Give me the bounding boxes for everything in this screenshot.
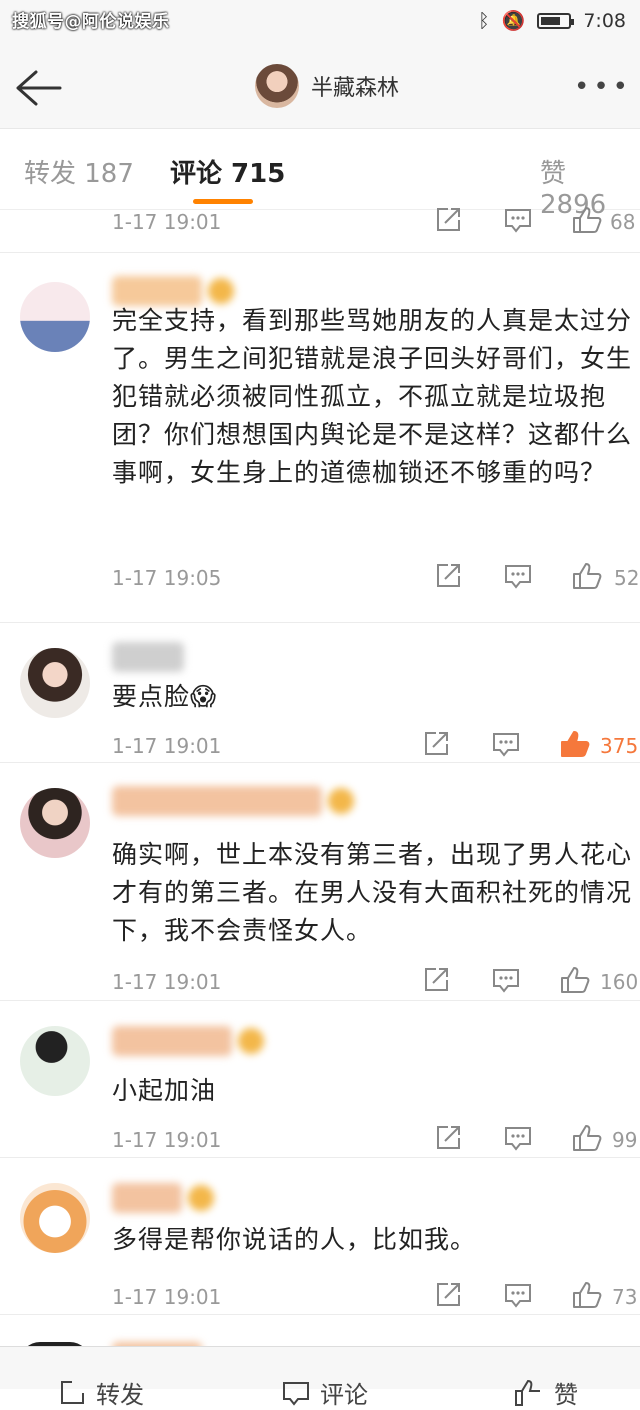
top-nav-bar: 半藏森林 ••• [0,44,640,129]
battery-level [541,16,560,25]
like-icon[interactable] [572,1124,602,1152]
share-icon[interactable] [422,966,450,994]
reply-icon[interactable] [504,1124,532,1152]
avatar[interactable] [255,64,299,108]
comment-time: 1-17 19:01 [112,970,222,994]
avatar[interactable] [20,282,90,352]
status-bar: 搜狐号@阿伦说娱乐 ᛒ 🔕 7:08 [0,0,640,44]
comment-text-content: 要点脸 [112,682,191,711]
username-blurred[interactable] [112,786,354,816]
mute-icon: 🔕 [501,10,526,32]
comment-text: 确实啊，世上本没有第三者，出现了男人花心才有的第三者。在男人没有大面积社死的情况… [112,840,633,945]
reply-icon[interactable] [504,1281,532,1309]
bottom-action-bar: 转发 评论 赞 [0,1346,640,1409]
like-count: 52 [614,566,640,590]
comment-item: 小起加油 1-17 19:01 99 [0,1000,640,1158]
like-count: 73 [612,1285,638,1309]
avatar[interactable] [20,1183,90,1253]
like-label: 赞 [554,1381,578,1409]
like-icon[interactable] [572,206,602,234]
comment-item: 要点脸😱 1-17 19:01 375 [0,622,640,763]
profile-header[interactable]: 半藏森林 [255,64,399,108]
username-blurred[interactable] [112,1026,264,1056]
like-count: 375 [600,734,639,758]
thumbs-up-icon [515,1379,540,1406]
watermark-text: 搜狐号@阿伦说娱乐 [12,12,170,32]
comment-time: 1-17 19:05 [112,566,222,590]
comment-icon [283,1381,309,1406]
comment-item: 确实啊，世上本没有第三者，出现了男人花心才有的第三者。在男人没有大面积社死的情况… [0,762,640,1001]
reply-icon[interactable] [504,206,532,234]
avatar[interactable] [20,648,90,718]
clock: 7:08 [583,9,626,32]
page-title: 半藏森林 [311,76,400,101]
repost-icon [61,1380,84,1404]
avatar[interactable] [20,788,90,858]
comment-item: 1-17 19:01 68 [0,207,640,253]
tab-comments[interactable]: 评论 715 [170,153,285,190]
like-icon-active[interactable] [560,730,590,758]
like-icon[interactable] [572,1281,602,1309]
comment-time: 1-17 19:01 [112,210,222,234]
reply-icon[interactable] [492,730,520,758]
like-count: 99 [612,1128,638,1152]
like-icon[interactable] [572,562,602,590]
comment-item: 多得是帮你说话的人，比如我。 1-17 19:01 73 [0,1157,640,1315]
like-count: 160 [600,970,639,994]
share-icon[interactable] [434,206,462,234]
username-blurred[interactable] [112,642,184,672]
like-count: 68 [610,210,636,234]
avatar[interactable] [20,1026,90,1096]
comment-button[interactable]: 评论 [282,1375,368,1410]
comment-time: 1-17 19:01 [112,734,222,758]
repost-button[interactable]: 转发 [58,1375,144,1410]
bluetooth-icon: ᛒ [478,9,490,32]
arrow-left-icon [16,70,62,106]
share-icon[interactable] [434,1124,462,1152]
repost-label: 转发 [96,1381,144,1409]
reply-icon[interactable] [492,966,520,994]
like-button[interactable]: 赞 [514,1375,578,1410]
tab-repost[interactable]: 转发 187 [24,153,134,190]
comment-text: 多得是帮你说话的人，比如我。 [112,1225,477,1254]
scream-emoji-icon: 😱 [190,682,218,711]
comment-time: 1-17 19:01 [112,1285,222,1309]
comment-text: 要点脸😱 [112,678,637,716]
system-status: ᛒ 🔕 7:08 [478,9,626,33]
reply-icon[interactable] [504,562,532,590]
comment-text: 小起加油 [112,1076,217,1105]
share-icon[interactable] [422,730,450,758]
back-button[interactable] [14,68,62,108]
active-tab-indicator [193,199,253,204]
battery-icon [537,12,575,29]
more-options-icon[interactable]: ••• [574,72,632,102]
comment-time: 1-17 19:01 [112,1128,222,1152]
comment-item: 完全支持，看到那些骂她朋友的人真是太过分了。男生之间犯错就是浪子回头好哥们，女生… [0,252,640,623]
tab-bar: 转发 187 评论 715 赞 2896 [0,129,640,220]
username-blurred[interactable] [112,1183,214,1213]
comment-text: 完全支持，看到那些骂她朋友的人真是太过分了。男生之间犯错就是浪子回头好哥们，女生… [112,306,633,487]
like-icon[interactable] [560,966,590,994]
comment-label: 评论 [320,1381,368,1409]
share-icon[interactable] [434,562,462,590]
share-icon[interactable] [434,1281,462,1309]
